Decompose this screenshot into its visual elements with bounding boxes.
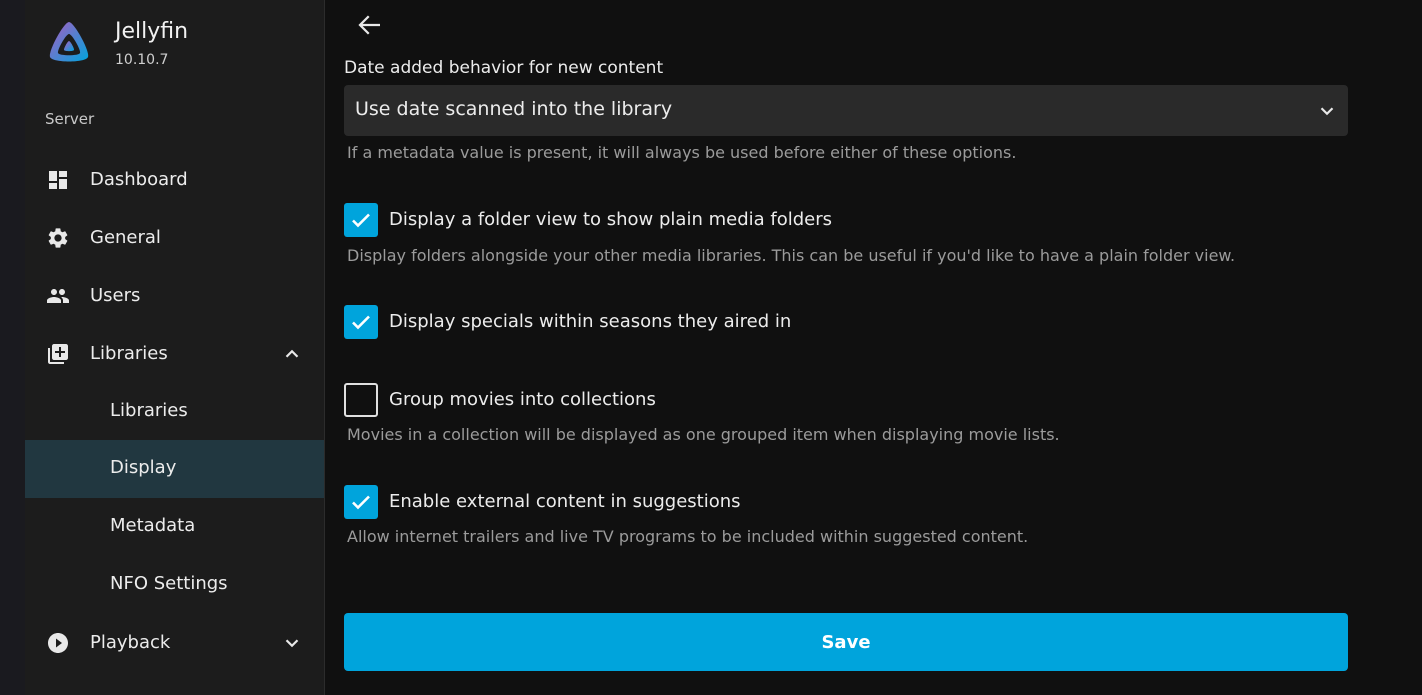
date-added-select-value: Use date scanned into the library (355, 98, 673, 120)
folder-view-checkbox[interactable] (344, 203, 378, 237)
app-name: Jellyfin (115, 19, 189, 44)
save-button-label: Save (821, 631, 871, 653)
chevron-down-icon (1320, 107, 1334, 116)
sidebar: Jellyfin 10.10.7 Server Dashboard Genera… (25, 0, 325, 695)
external-content-help: Allow internet trailers and live TV prog… (347, 527, 1029, 546)
date-added-select[interactable]: Use date scanned into the library (344, 85, 1348, 136)
sidebar-subitem-label: Libraries (110, 400, 188, 421)
group-collections-checkbox[interactable] (344, 383, 378, 417)
sidebar-subitem-label: Display (110, 457, 177, 478)
checkmark-icon (352, 213, 370, 228)
window-edge (0, 0, 25, 695)
library-add-icon (48, 344, 68, 364)
folder-view-help: Display folders alongside your other med… (347, 246, 1236, 265)
users-icon (47, 289, 69, 303)
chevron-down-icon (285, 639, 299, 648)
chevron-up-icon (285, 349, 299, 358)
external-content-checkbox[interactable] (344, 485, 378, 519)
sidebar-item-label: Users (90, 285, 141, 306)
sidebar-item-libraries[interactable]: Libraries (25, 325, 324, 383)
sidebar-item-dashboard[interactable]: Dashboard (25, 151, 324, 209)
sidebar-subitem-label: Metadata (110, 515, 196, 536)
date-added-help: If a metadata value is present, it will … (347, 143, 1017, 162)
group-collections-label: Group movies into collections (389, 389, 656, 410)
back-arrow-icon[interactable] (355, 10, 385, 40)
jellyfin-logo-icon (49, 22, 89, 62)
group-collections-help: Movies in a collection will be displayed… (347, 425, 1060, 444)
sidebar-subitem-libraries[interactable]: Libraries (25, 383, 324, 441)
sidebar-section-server: Server (45, 110, 95, 128)
sidebar-item-playback[interactable]: Playback (25, 614, 324, 672)
dashboard-icon (49, 171, 67, 189)
external-content-label: Enable external content in suggestions (389, 491, 741, 512)
main-content: Date added behavior for new content Use … (325, 0, 1422, 695)
specials-in-seasons-label: Display specials within seasons they air… (389, 311, 792, 332)
sidebar-subitem-label: NFO Settings (110, 573, 228, 594)
sidebar-subitem-nfo-settings[interactable]: NFO Settings (25, 556, 324, 614)
sidebar-subitem-metadata[interactable]: Metadata (25, 498, 324, 556)
sidebar-item-general[interactable]: General (25, 209, 324, 267)
sidebar-item-label: Playback (90, 632, 171, 653)
sidebar-item-users[interactable]: Users (25, 267, 324, 325)
folder-view-label: Display a folder view to show plain medi… (389, 209, 833, 230)
sidebar-subitem-display[interactable]: Display (25, 440, 324, 498)
gear-icon (48, 228, 68, 248)
save-button[interactable]: Save (344, 613, 1348, 671)
sidebar-item-label: Libraries (90, 343, 168, 364)
specials-in-seasons-checkbox[interactable] (344, 305, 378, 339)
play-circle-icon (48, 633, 68, 653)
sidebar-item-label: General (90, 227, 161, 248)
sidebar-item-label: Dashboard (90, 169, 188, 190)
date-added-label: Date added behavior for new content (344, 58, 664, 78)
checkmark-icon (352, 495, 370, 510)
checkmark-icon (352, 315, 370, 330)
app-version: 10.10.7 (115, 52, 169, 68)
